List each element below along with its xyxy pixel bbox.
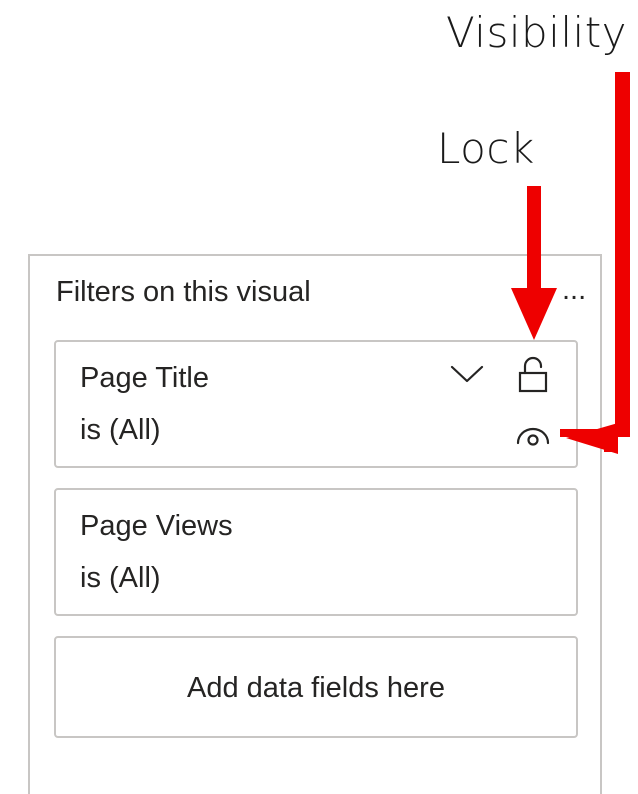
add-data-fields-drop-zone[interactable]: Add data fields here: [54, 636, 578, 738]
filter-card-page-title[interactable]: Page Title is (All): [54, 340, 578, 468]
lock-icon[interactable]: [518, 356, 548, 394]
drop-zone-label: Add data fields here: [187, 672, 445, 704]
filters-pane: Filters on this visual ... Page Title is…: [28, 254, 602, 794]
visibility-callout-label: Visibility: [446, 8, 628, 57]
filter-condition: is (All): [80, 414, 161, 446]
filter-field-name: Page Views: [80, 510, 233, 542]
filter-field-name: Page Title: [80, 362, 209, 394]
filter-condition: is (All): [80, 562, 161, 594]
more-options-button[interactable]: ...: [562, 274, 586, 307]
filter-card-page-views[interactable]: Page Views is (All): [54, 488, 578, 616]
pane-title: Filters on this visual: [56, 276, 311, 308]
chevron-down-icon[interactable]: [450, 364, 484, 384]
eye-icon[interactable]: [516, 424, 550, 446]
lock-callout-label: Lock: [437, 124, 535, 173]
